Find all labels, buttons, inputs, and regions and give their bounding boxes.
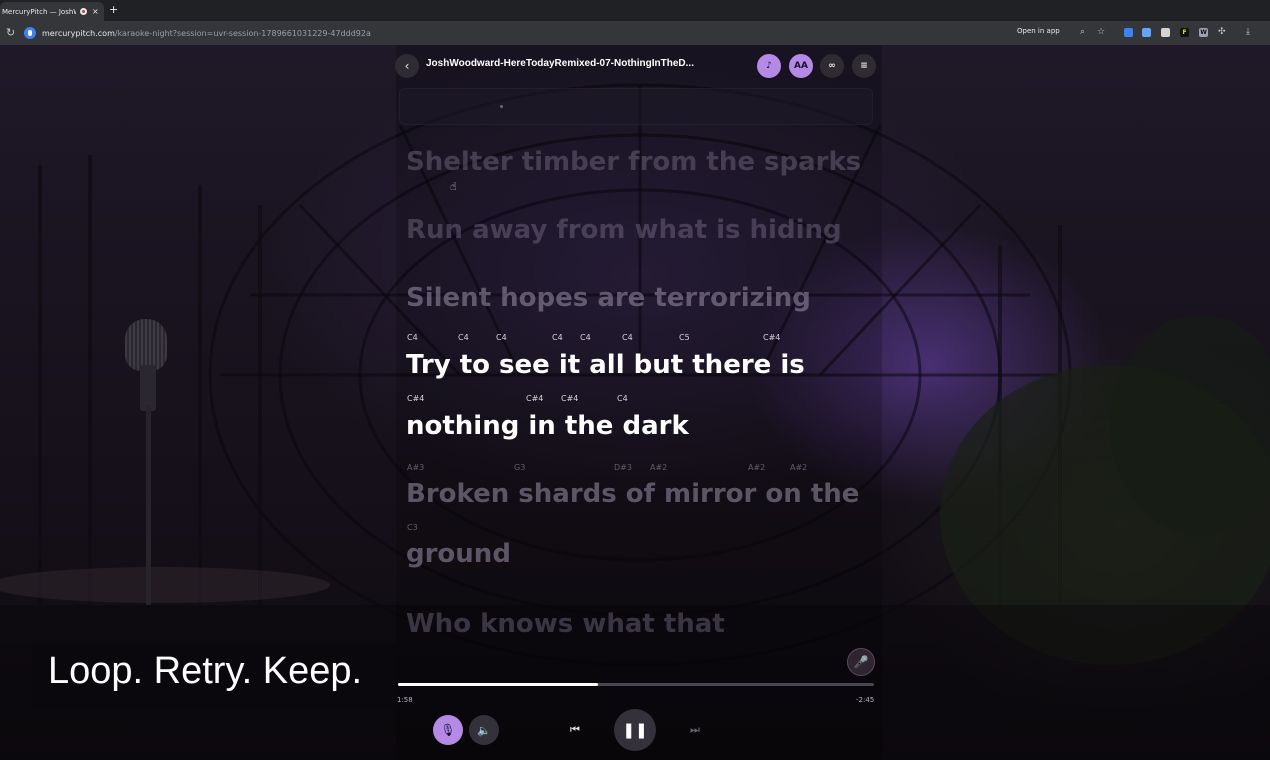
url-host: mercurypitch.com (42, 28, 115, 38)
note-label: C4 (580, 333, 591, 342)
skip-back-icon: ⏮ (570, 723, 580, 736)
note-label: C3 (407, 523, 418, 532)
tab-title: MercuryPitch — JoshWoo (2, 7, 76, 16)
site-info-icon[interactable] (24, 27, 36, 39)
lyric-line-active: nothing in the dark (406, 411, 689, 441)
note-label: A#3 (407, 463, 425, 472)
lyric-line-active: Try to see it all but there is (406, 350, 805, 380)
open-in-app-button[interactable]: Open in app (1017, 27, 1060, 35)
karaoke-page: ‹ JoshWoodward-HereTodayRemixed-07-Nothi… (0, 45, 1270, 760)
mic-toggle-button[interactable]: 🎙 (433, 715, 463, 745)
overlay-caption: Loop. Retry. Keep. (48, 650, 363, 692)
note-label: C4 (552, 333, 563, 342)
lyric-line-past: Shelter timber from the sparks (406, 147, 862, 177)
back-button[interactable]: ‹ (395, 54, 419, 78)
font-size-button[interactable]: AA (789, 54, 813, 78)
text-size-icon: AA (794, 61, 808, 71)
extension-icon-3[interactable] (1161, 28, 1170, 37)
previous-track-button[interactable]: ⏮ (564, 719, 586, 741)
lyric-line-past: Silent hopes are terrorizing (406, 283, 811, 313)
note-label: C4 (622, 333, 633, 342)
reload-icon[interactable]: ↻ (6, 26, 15, 39)
extensions-puzzle-icon[interactable]: ✣ (1218, 27, 1226, 37)
note-label: C4 (617, 394, 628, 403)
note-label: A#2 (748, 463, 766, 472)
note-label: A#2 (790, 463, 808, 472)
music-note-icon: ♪ (766, 61, 772, 71)
pause-icon: ❚❚ (622, 721, 648, 739)
browser-address-bar: ↻ mercurypitch.com/karaoke-night?session… (0, 21, 1270, 45)
browser-tab[interactable]: MercuryPitch — JoshWoo × (0, 2, 104, 21)
sing-mode-button[interactable]: 🎤 (847, 648, 875, 676)
download-icon[interactable]: ⤓ (1246, 27, 1250, 37)
playlist-icon: ≡ (860, 61, 868, 71)
elapsed-time: 1:58 (397, 696, 413, 704)
extension-icon-2[interactable] (1142, 28, 1151, 37)
progress-fill (398, 683, 598, 686)
play-pause-button[interactable]: ❚❚ (614, 709, 656, 751)
extension-icon-4[interactable]: F (1180, 28, 1189, 37)
note-label: C5 (679, 333, 690, 342)
url-field[interactable]: mercurypitch.com/karaoke-night?session=u… (24, 24, 1014, 42)
next-track-button[interactable]: ⏭ (684, 719, 706, 741)
progress-bar[interactable] (398, 683, 874, 686)
note-label: C4 (458, 333, 469, 342)
lyric-line-upcoming: Broken shards of mirror on the (406, 479, 860, 509)
extension-icon-1[interactable] (1124, 28, 1133, 37)
note-label: C#4 (407, 394, 425, 403)
mic-icon: 🎙 (440, 723, 456, 737)
note-label: C#4 (561, 394, 579, 403)
hand-cursor-icon: ☝ (450, 180, 457, 193)
extension-icon-5[interactable]: W (1199, 28, 1208, 37)
tab-close-icon[interactable]: × (92, 7, 99, 16)
volume-button[interactable]: 🔈 (469, 715, 499, 745)
remaining-time: -2:45 (856, 696, 875, 704)
note-label: C#4 (526, 394, 544, 403)
browser-tab-bar: MercuryPitch — JoshWoo × + (0, 0, 1270, 21)
queue-button[interactable]: ≡ (852, 54, 876, 78)
note-label: D#3 (614, 463, 632, 472)
lyric-line-upcoming: Who knows what that (406, 609, 725, 639)
speaker-icon: 🔈 (477, 723, 491, 737)
microphone-stand (146, 405, 151, 605)
chevron-left-icon: ‹ (404, 59, 410, 73)
note-label: C#4 (763, 333, 781, 342)
note-label: G3 (514, 463, 526, 472)
pitch-indicator-dot (500, 105, 503, 108)
song-title: JoshWoodward-HereTodayRemixed-07-Nothing… (426, 58, 694, 69)
star-icon[interactable]: ☆ (1097, 27, 1105, 37)
infinity-icon: ∞ (828, 61, 836, 71)
loop-button[interactable]: ∞ (820, 54, 844, 78)
zoom-icon[interactable]: ⌕ (1080, 27, 1085, 37)
pitch-visualizer (399, 88, 873, 125)
microphone-icon: 🎤 (853, 655, 869, 669)
pitch-guide-button[interactable]: ♪ (757, 54, 781, 78)
lyric-line-past: Run away from what is hiding (406, 215, 842, 245)
skip-forward-icon: ⏭ (690, 723, 700, 736)
note-label: C4 (496, 333, 507, 342)
vintage-microphone-image (125, 319, 167, 371)
new-tab-button[interactable]: + (109, 3, 118, 16)
lyric-line-upcoming: ground (406, 539, 511, 569)
url-path: /karaoke-night?session=uvr-session-17896… (114, 28, 371, 38)
tab-recording-icon[interactable] (80, 8, 87, 15)
note-label: A#2 (650, 463, 668, 472)
note-label: C4 (407, 333, 418, 342)
